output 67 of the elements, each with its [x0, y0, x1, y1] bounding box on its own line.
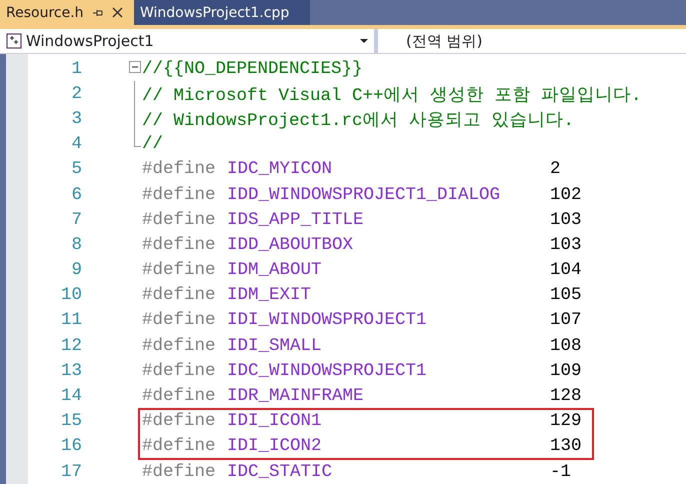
macro-value: 105 — [550, 285, 582, 306]
caret-icon — [360, 39, 368, 43]
line-number: 10 — [60, 285, 82, 306]
preprocessor-keyword: #define — [142, 234, 217, 255]
line-number: 1 — [70, 58, 82, 79]
macro-value: 103 — [550, 234, 582, 255]
macro-value: -1 — [550, 462, 572, 482]
line-number: 4 — [70, 134, 82, 154]
preprocessor-keyword: #define — [142, 436, 217, 456]
macro-name: IDI_ICON2 — [227, 436, 323, 456]
macro-name: IDD_ABOUTBOX — [227, 234, 354, 255]
scope-dropdown[interactable]: (전역 범위) — [378, 29, 686, 53]
line-number: 14 — [60, 386, 82, 406]
macro-name: IDC_MYICON — [227, 159, 334, 180]
macro-value: 103 — [550, 210, 582, 230]
line-number: 7 — [70, 210, 82, 230]
line-number: 2 — [70, 84, 82, 104]
preprocessor-keyword: #define — [142, 310, 217, 330]
macro-name: IDC_WINDOWSPROJECT1 — [227, 360, 428, 381]
macro-value: 128 — [550, 386, 582, 406]
line-number: 12 — [60, 336, 82, 356]
preprocessor-keyword: #define — [142, 210, 217, 230]
macro-value: 2 — [550, 159, 561, 180]
preprocessor-keyword: #define — [142, 462, 217, 482]
macro-name: IDR_MAINFRAME — [227, 386, 365, 406]
line-number: 17 — [60, 462, 82, 482]
macro-name: IDI_WINDOWSPROJECT1 — [227, 310, 428, 330]
macro-value: 102 — [550, 184, 582, 205]
preprocessor-keyword: #define — [142, 336, 217, 356]
file-tab[interactable]: WindowsProject1.cpp — [134, 0, 310, 25]
collapse-icon[interactable] — [129, 61, 141, 73]
macro-value: 104 — [550, 260, 582, 280]
line-number: 15 — [60, 411, 82, 432]
preprocessor-keyword: #define — [142, 386, 217, 406]
macro-value: 108 — [550, 336, 582, 356]
macro-value: 109 — [550, 360, 582, 381]
line-number: 13 — [60, 360, 82, 381]
project-icon — [6, 33, 22, 49]
macro-value: 107 — [550, 310, 582, 330]
macro-value: 129 — [550, 411, 582, 432]
file-tab[interactable]: Resource.h — [0, 0, 134, 25]
line-number: 5 — [70, 159, 82, 180]
macro-value: 130 — [550, 436, 582, 456]
macro-name: IDS_APP_TITLE — [227, 210, 365, 230]
line-number: 6 — [70, 184, 82, 205]
line-number: 3 — [70, 108, 82, 129]
preprocessor-keyword: #define — [142, 285, 217, 306]
macro-name: IDM_EXIT — [227, 285, 312, 306]
line-number: 9 — [70, 260, 82, 280]
line-number: 11 — [60, 310, 82, 330]
code-comment: // Microsoft Visual C++에서 생성한 포함 파일입니다. — [142, 84, 642, 106]
macro-name: IDM_ABOUT — [227, 260, 323, 280]
preprocessor-keyword: #define — [142, 411, 217, 432]
line-number: 16 — [60, 436, 82, 456]
line-number: 8 — [70, 234, 82, 255]
preprocessor-keyword: #define — [142, 360, 217, 381]
preprocessor-keyword: #define — [142, 260, 217, 280]
code-comment: // — [142, 134, 164, 154]
code-comment: // WindowsProject1.rc에서 사용되고 있습니다. — [142, 110, 574, 131]
code-comment: //{{NO_DEPENDENCIES}} — [142, 58, 363, 79]
macro-name: IDI_SMALL — [227, 336, 323, 356]
close-icon[interactable] — [112, 7, 123, 18]
preprocessor-keyword: #define — [142, 184, 217, 205]
macro-name: IDC_STATIC — [227, 462, 334, 482]
macro-name: IDD_WINDOWSPROJECT1_DIALOG — [227, 184, 502, 205]
macro-name: IDI_ICON1 — [227, 411, 323, 432]
preprocessor-keyword: #define — [142, 159, 217, 180]
